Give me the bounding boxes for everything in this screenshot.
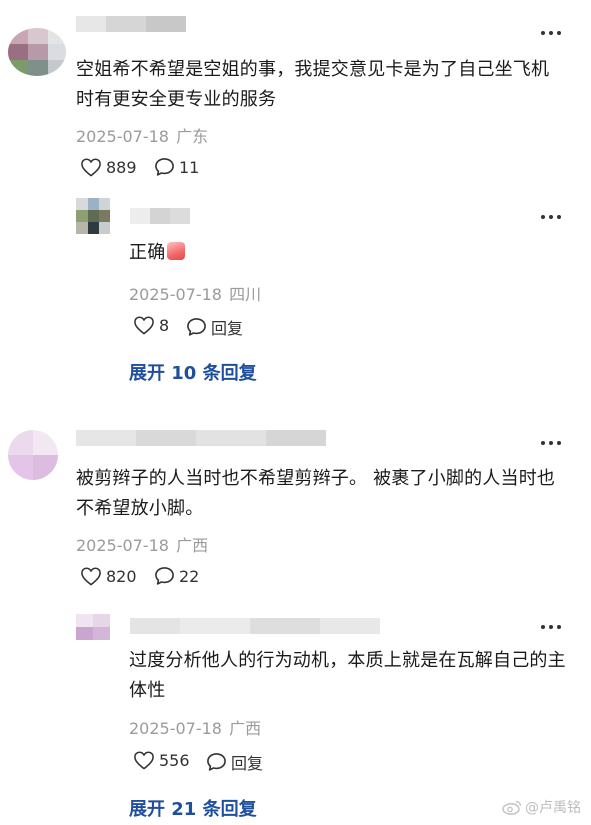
- like-count: 556: [159, 750, 190, 770]
- like-button[interactable]: 889: [80, 157, 137, 177]
- reply-text: 正确: [129, 242, 166, 263]
- like-button[interactable]: 556: [133, 750, 190, 770]
- expand-replies-link[interactable]: 展开 10 条回复: [129, 359, 257, 385]
- heart-outline-icon: [81, 158, 101, 177]
- comment-meta: 2025-07-18 广西: [76, 532, 208, 556]
- reply-location: 广西: [229, 719, 262, 738]
- username-blurred[interactable]: [76, 16, 186, 32]
- reply-button[interactable]: 回复: [186, 315, 243, 339]
- username-blurred[interactable]: [130, 618, 380, 634]
- weibo-logo-icon: [502, 800, 522, 815]
- watermark: @卢禹铭: [502, 797, 581, 817]
- speech-bubble-icon: [155, 158, 174, 176]
- thumbs-up-emoji-icon: [167, 242, 186, 260]
- like-count: 889: [106, 157, 137, 177]
- comment-button[interactable]: 11: [154, 157, 199, 177]
- reply-text: 过度分析他人的行为动机，本质上就是在瓦解自己的主体性: [129, 650, 566, 701]
- reply-button[interactable]: 回复: [206, 750, 263, 774]
- comment-location: 广东: [176, 127, 209, 146]
- reply-count: 11: [179, 157, 200, 177]
- like-button[interactable]: 820: [80, 566, 137, 586]
- more-dots-icon[interactable]: [541, 30, 563, 36]
- comment-button[interactable]: 22: [154, 566, 199, 586]
- expand-replies-link[interactable]: 展开 21 条回复: [129, 795, 257, 821]
- comment-date: 2025-07-18: [76, 127, 169, 146]
- speech-bubble-icon: [155, 567, 174, 585]
- reply-count: 22: [179, 566, 200, 586]
- speech-bubble-icon: [187, 318, 206, 336]
- more-dots-icon[interactable]: [541, 440, 563, 446]
- reply-label: 回复: [211, 319, 244, 338]
- speech-bubble-icon: [207, 753, 226, 771]
- like-button[interactable]: 8: [133, 315, 169, 335]
- more-dots-icon[interactable]: [541, 214, 563, 220]
- reply-label: 回复: [231, 754, 264, 773]
- avatar[interactable]: [8, 28, 66, 76]
- comment-location: 广西: [176, 536, 209, 555]
- avatar[interactable]: [76, 198, 110, 234]
- comment-meta: 2025-07-18 广东: [76, 123, 208, 147]
- more-dots-icon[interactable]: [541, 624, 563, 630]
- avatar[interactable]: [8, 430, 58, 480]
- avatar[interactable]: [76, 614, 110, 640]
- heart-outline-icon: [134, 316, 154, 335]
- heart-outline-icon: [134, 751, 154, 770]
- reply-date: 2025-07-18: [129, 719, 222, 738]
- username-blurred[interactable]: [130, 208, 190, 224]
- username-blurred[interactable]: [76, 430, 326, 446]
- reply-date: 2025-07-18: [129, 285, 222, 304]
- watermark-text: @卢禹铭: [525, 800, 581, 816]
- comment-text: 被剪辫子的人当时也不希望剪辫子。 被裹了小脚的人当时也不希望放小脚。: [76, 468, 556, 519]
- reply-meta: 2025-07-18 广西: [129, 715, 261, 739]
- like-count: 820: [106, 566, 137, 586]
- reply-location: 四川: [229, 285, 262, 304]
- reply-meta: 2025-07-18 四川: [129, 281, 261, 305]
- heart-outline-icon: [81, 567, 101, 586]
- like-count: 8: [159, 315, 170, 335]
- reply-text-row: 正确: [129, 238, 186, 268]
- comment-text: 空姐希不希望是空姐的事，我提交意见卡是为了自己坐飞机时有更安全更专业的服务: [76, 59, 550, 110]
- comment-date: 2025-07-18: [76, 536, 169, 555]
